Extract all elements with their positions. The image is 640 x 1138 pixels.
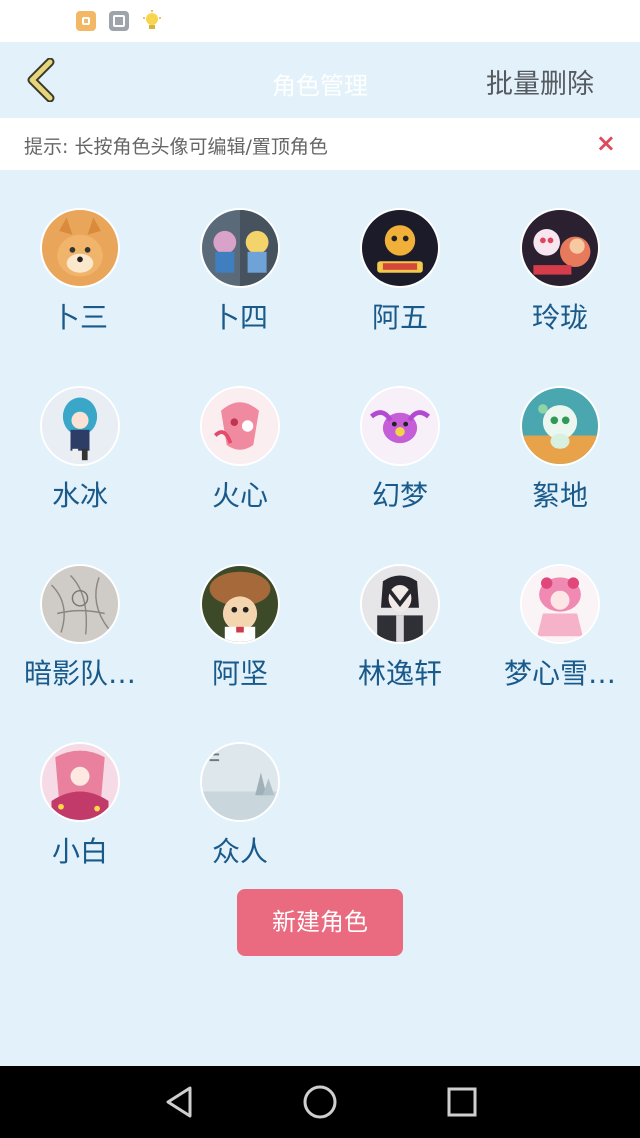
character-name: 絮地 [531, 479, 588, 512]
new-role-button[interactable]: 新建角色 [237, 889, 403, 956]
cat-duo-avatar[interactable] [520, 208, 600, 288]
header: 角色管理 批量删除 [0, 42, 640, 118]
character-item[interactable]: 絮地 [482, 386, 638, 514]
character-item[interactable]: 火心 [162, 386, 318, 514]
nav-back-button[interactable] [160, 1082, 200, 1122]
character-item[interactable]: 卜四 [162, 208, 318, 336]
character-item[interactable]: 水冰 [2, 386, 158, 514]
character-name: 幻梦 [371, 479, 428, 512]
square-recents-icon [447, 1087, 477, 1117]
status-bar [0, 0, 640, 42]
winter-scene-avatar[interactable] [200, 742, 280, 822]
character-name: 梦心雪… [503, 657, 616, 690]
character-name: 阿五 [371, 301, 428, 334]
tip-bar: 提示: 长按角色头像可编辑/置顶角色 × [0, 118, 640, 170]
blue-hair-girl-avatar[interactable] [40, 386, 120, 466]
circle-home-icon [303, 1085, 337, 1119]
shiba-dog-avatar[interactable] [40, 208, 120, 288]
purple-creature-avatar[interactable] [360, 386, 440, 466]
character-name: 阿坚 [211, 657, 268, 690]
tip-text: 提示: 长按角色头像可编辑/置顶角色 [24, 136, 328, 158]
character-item[interactable]: 卜三 [2, 208, 158, 336]
character-item[interactable]: 阿五 [322, 208, 478, 336]
character-item[interactable]: 小白 [2, 742, 158, 870]
character-item[interactable]: 玲珑 [482, 208, 638, 336]
green-creature-avatar[interactable] [520, 386, 600, 466]
character-item[interactable]: 梦心雪… [482, 564, 638, 692]
character-name: 众人 [211, 835, 268, 868]
pink-girl-avatar[interactable] [520, 564, 600, 644]
image-notification-icon [109, 11, 129, 31]
character-item[interactable]: 阿坚 [162, 564, 318, 692]
batch-delete-button[interactable]: 批量删除 [486, 62, 594, 101]
triangle-back-icon [166, 1086, 192, 1118]
character-name: 卜三 [51, 301, 108, 334]
character-item[interactable]: 幻梦 [322, 386, 478, 514]
character-name: 林逸轩 [357, 657, 442, 690]
character-item[interactable]: 众人 [162, 742, 318, 870]
lock-notification-icon [76, 11, 96, 31]
character-name: 小白 [51, 835, 108, 868]
navigation-bar [0, 1066, 640, 1138]
pink-magic-girl-avatar[interactable] [40, 742, 120, 822]
character-item[interactable]: 暗影队… [2, 564, 158, 692]
tiger-hero-avatar[interactable] [360, 208, 440, 288]
dark-hair-boy-avatar[interactable] [360, 564, 440, 644]
sketch-avatar[interactable] [40, 564, 120, 644]
nav-recents-button[interactable] [442, 1082, 482, 1122]
character-name: 水冰 [51, 479, 108, 512]
close-tip-button[interactable]: × [596, 130, 616, 156]
nav-home-button[interactable] [300, 1082, 340, 1122]
character-name: 玲珑 [531, 301, 588, 334]
cartoon-duo-avatar[interactable] [200, 208, 280, 288]
character-item[interactable]: 林逸轩 [322, 564, 478, 692]
mushroom-dog-avatar[interactable] [200, 564, 280, 644]
bulb-notification-icon [140, 9, 164, 33]
character-name: 火心 [211, 479, 268, 512]
character-name: 暗影队… [23, 657, 136, 690]
character-name: 卜四 [211, 301, 268, 334]
pink-creature-avatar[interactable] [200, 386, 280, 466]
